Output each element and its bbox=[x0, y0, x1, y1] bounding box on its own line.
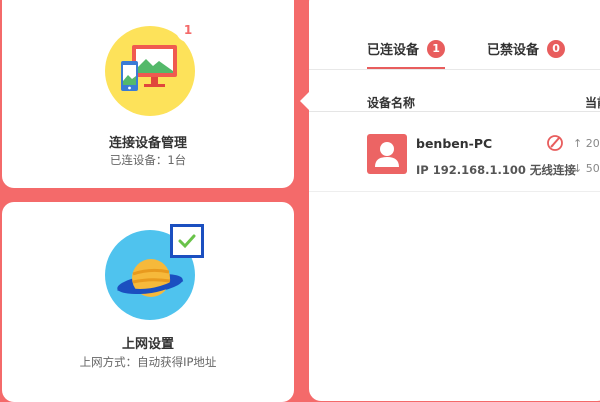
column-device-name: 设备名称 bbox=[367, 96, 416, 110]
device-manage-icon bbox=[121, 45, 177, 91]
tab-connected-label: 已连设备 bbox=[367, 43, 420, 58]
blocked-count-badge: 0 bbox=[547, 39, 566, 58]
row-divider bbox=[309, 191, 600, 192]
internet-settings-card[interactable]: 上网设置 上网方式：自动获得IP地址 bbox=[2, 202, 294, 402]
online-status-box bbox=[170, 224, 204, 258]
device-management-title: 连接设备管理 bbox=[108, 136, 187, 151]
check-icon bbox=[178, 234, 196, 249]
connection-mode-text: 上网方式：自动获得IP地址 bbox=[79, 355, 217, 369]
device-count-badge: 1 bbox=[177, 19, 199, 41]
user-avatar-icon bbox=[367, 134, 407, 174]
tab-blocked-label: 已禁设备 bbox=[487, 43, 540, 58]
device-ip-connection: IP 192.168.1.100 无线连接 bbox=[416, 163, 576, 177]
tab-connected-devices[interactable]: 已连设备 1 bbox=[367, 39, 446, 58]
connected-count-badge: 1 bbox=[427, 39, 446, 58]
download-speed: ↓ 50 bbox=[573, 162, 600, 175]
device-list-panel: 已连设备 1 已禁设备 0 设备名称 当前 benben-PC IP 192.1… bbox=[309, 0, 600, 401]
column-current: 当前 bbox=[585, 96, 600, 110]
tab-blocked-devices[interactable]: 已禁设备 0 bbox=[487, 39, 566, 58]
device-name: benben-PC bbox=[416, 136, 493, 151]
connected-count-text: 已连设备：1台 bbox=[109, 153, 187, 167]
tab-divider bbox=[309, 69, 600, 70]
edit-icon[interactable] bbox=[546, 134, 564, 152]
header-divider bbox=[309, 111, 600, 112]
device-management-card[interactable]: 1 连接设备管理 已连设备：1台 bbox=[2, 0, 294, 188]
internet-settings-title: 上网设置 bbox=[121, 337, 174, 352]
panel-pointer bbox=[300, 92, 309, 110]
upload-speed: ↑ 20 bbox=[573, 137, 600, 150]
